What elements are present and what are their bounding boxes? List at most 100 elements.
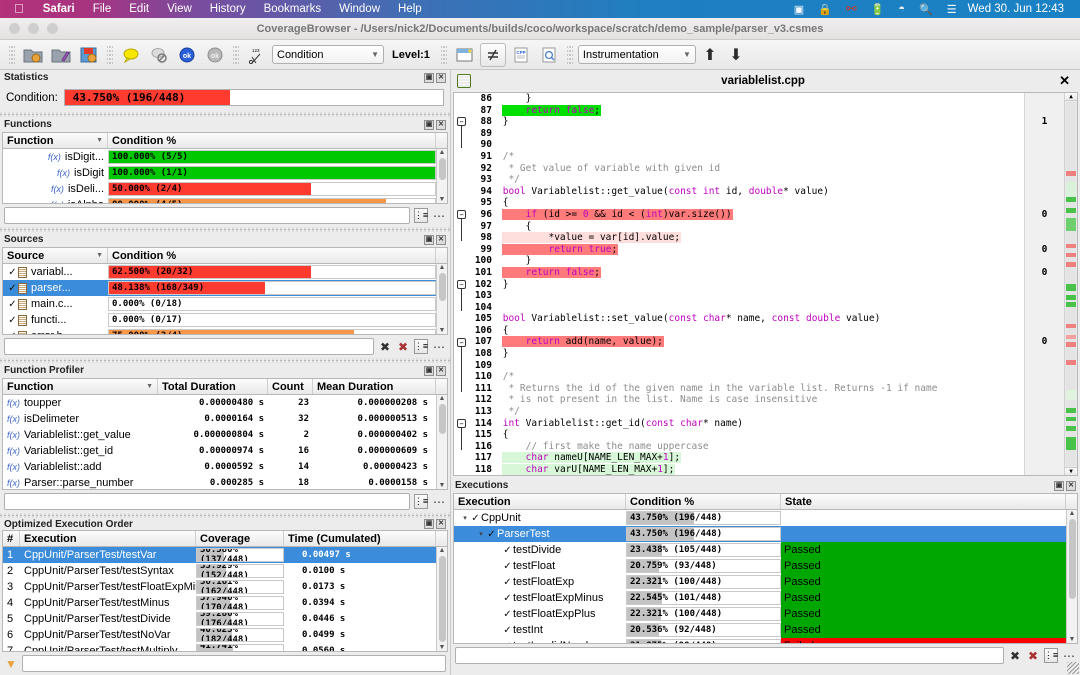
apple-logo-icon[interactable]:  bbox=[8, 1, 34, 17]
code-line[interactable]: int Variablelist::get_id(const char* nam… bbox=[496, 418, 1024, 430]
table-row[interactable]: ✓ testFloatExp 22.321% (100/448) Passed bbox=[454, 574, 1066, 590]
scroll-up-icon[interactable]: ▲ bbox=[439, 149, 446, 156]
functions-scrollbar[interactable]: ▲ ▼ bbox=[436, 149, 447, 203]
metric-select[interactable]: Condition ▼ bbox=[272, 45, 384, 64]
sources-filter-input[interactable] bbox=[4, 338, 374, 355]
execution-checkbox[interactable]: ✓ bbox=[502, 577, 513, 588]
table-row[interactable]: 2 CppUnit/ParserTest/testSyntax 33.929% … bbox=[3, 563, 436, 579]
execution-checkbox[interactable]: ✓ bbox=[470, 513, 481, 524]
wifi-icon[interactable]: ◓ bbox=[891, 3, 912, 15]
table-row[interactable]: f(x) isDigit 100.000% (1/1) bbox=[3, 165, 436, 181]
code-line[interactable]: * Returns the id of the given name in th… bbox=[496, 383, 1024, 395]
control-center-icon[interactable]: ☰ bbox=[940, 3, 964, 16]
code-line[interactable]: } bbox=[496, 93, 1024, 105]
mode-select[interactable]: Instrumentation ▼ bbox=[578, 45, 696, 64]
float-panel-icon[interactable]: ▣ bbox=[424, 73, 434, 83]
table-row[interactable]: 6 CppUnit/ParserTest/testNoVar 40.625% (… bbox=[3, 627, 436, 643]
window-resize-grip[interactable] bbox=[1067, 662, 1079, 674]
save-coverage-icon[interactable] bbox=[76, 43, 102, 67]
code-line[interactable] bbox=[496, 139, 1024, 151]
table-row[interactable]: ✓ testFloat 20.759% (93/448) Passed bbox=[454, 558, 1066, 574]
execution-checkbox[interactable]: ✓ bbox=[502, 641, 513, 644]
execution-checkbox[interactable]: ✓ bbox=[486, 529, 497, 540]
profiler-col-count[interactable]: Count bbox=[268, 379, 313, 394]
zoom-icon[interactable] bbox=[536, 43, 562, 67]
profiler-col-function[interactable]: Function ▼ bbox=[3, 379, 158, 394]
source-checkbox[interactable]: ✓ bbox=[7, 267, 18, 278]
code-line[interactable]: if (id >= 0 && id < (int)var.size()) bbox=[496, 209, 1024, 221]
source-checkbox[interactable]: ✓ bbox=[7, 331, 18, 335]
scroll-thumb-2[interactable] bbox=[439, 273, 446, 301]
lock-icon[interactable]: 🔒 bbox=[811, 3, 839, 16]
list-options-icon-3[interactable]: ⋮≡ bbox=[414, 494, 428, 509]
functions-panel-buttons[interactable]: ▣ ✕ bbox=[424, 120, 446, 130]
list-options-icon-2[interactable]: ⋮≡ bbox=[414, 339, 428, 354]
sources-col-source[interactable]: Source ▼ bbox=[3, 248, 108, 263]
sources-col-condition[interactable]: Condition % bbox=[108, 248, 436, 263]
code-line[interactable]: /* bbox=[496, 151, 1024, 163]
table-row[interactable]: ✓ variabl... 62.500% (20/32) bbox=[3, 264, 436, 280]
oeo-panel-buttons[interactable]: ▣ ✕ bbox=[424, 519, 446, 529]
oeo-col-time[interactable]: Time (Cumulated) bbox=[284, 531, 436, 546]
table-row[interactable]: ✓ testFloatExpPlus 22.321% (100/448) Pas… bbox=[454, 606, 1066, 622]
table-row[interactable]: ✓ testInvalidNumber 21.875% (98/448) Fai… bbox=[454, 638, 1066, 643]
fold-toggle-icon[interactable]: − bbox=[457, 210, 466, 219]
close-panel-icon[interactable]: ✕ bbox=[436, 519, 446, 529]
clear-filter-icon[interactable]: ✖ bbox=[378, 340, 392, 354]
scroll-up-icon-3[interactable]: ▲ bbox=[439, 395, 446, 402]
code-line[interactable]: bool Variablelist::set_value(const char*… bbox=[496, 313, 1024, 325]
code-line[interactable]: { bbox=[496, 325, 1024, 337]
functions-filter-input[interactable] bbox=[4, 207, 410, 224]
table-row[interactable]: f(x) isDelimeter 0.0000164 s 32 0.000000… bbox=[3, 411, 436, 427]
table-row[interactable]: ▾ ✓ CppUnit 43.750% (196/448) bbox=[454, 510, 1066, 526]
table-row[interactable]: ▾ ✓ ParserTest 43.750% (196/448) bbox=[454, 526, 1066, 542]
menu-item-file[interactable]: File bbox=[84, 0, 121, 18]
code-line[interactable]: // first make the name uppercase bbox=[496, 441, 1024, 453]
scroll-down-icon-3[interactable]: ▼ bbox=[439, 482, 446, 489]
menu-item-edit[interactable]: Edit bbox=[120, 0, 158, 18]
execution-checkbox[interactable]: ✓ bbox=[502, 609, 513, 620]
table-row[interactable]: 4 CppUnit/ParserTest/testMinus 37.946% (… bbox=[3, 595, 436, 611]
functions-col-function[interactable]: Function ▼ bbox=[3, 133, 108, 148]
function-profiler-buttons[interactable]: ▣ ✕ bbox=[424, 366, 446, 376]
executions-col-state[interactable]: State bbox=[781, 494, 1066, 509]
code-line[interactable]: char varU[NAME_LEN_MAX+1]; bbox=[496, 464, 1024, 476]
menubar-clock[interactable]: Wed 30. Jun 12:43 bbox=[964, 3, 1072, 15]
menu-item-help[interactable]: Help bbox=[389, 0, 431, 18]
search-icon[interactable]: 🔍 bbox=[912, 3, 940, 16]
table-row[interactable]: f(x) isDeli... 50.000% (2/4) bbox=[3, 181, 436, 197]
code-line[interactable]: bool Variablelist::get_value(const int i… bbox=[496, 186, 1024, 198]
clear-all-filter-icon[interactable]: ✖ bbox=[396, 340, 410, 354]
code-line[interactable]: } bbox=[496, 255, 1024, 267]
more-icon-2[interactable]: ⋯ bbox=[432, 340, 446, 354]
code-line[interactable]: } bbox=[496, 279, 1024, 291]
execution-checkbox[interactable]: ✓ bbox=[502, 545, 513, 556]
import-coverage-icon[interactable] bbox=[48, 43, 74, 67]
fold-toggle-icon[interactable]: − bbox=[457, 338, 466, 347]
code-line[interactable]: */ bbox=[496, 174, 1024, 186]
fold-toggle-icon[interactable]: − bbox=[457, 117, 466, 126]
code-line[interactable]: */ bbox=[496, 406, 1024, 418]
fold-toggle-icon[interactable]: − bbox=[457, 280, 466, 289]
code-line[interactable]: } bbox=[496, 116, 1024, 128]
close-panel-icon[interactable]: ✕ bbox=[436, 73, 446, 83]
scroll-up-icon-5[interactable]: ▲ bbox=[1069, 510, 1076, 517]
code-line[interactable] bbox=[496, 302, 1024, 314]
code-line[interactable]: return add(name, value); bbox=[496, 336, 1024, 348]
sources-scrollbar[interactable]: ▲ ▼ bbox=[436, 264, 447, 334]
arrow-up-icon[interactable]: ⬆ bbox=[698, 43, 722, 67]
code-line[interactable]: return true; bbox=[496, 244, 1024, 256]
ok-badge-icon[interactable]: ok bbox=[174, 43, 200, 67]
fold-toggle-icon[interactable]: − bbox=[457, 419, 466, 428]
scroll-thumb[interactable] bbox=[439, 158, 446, 180]
execution-checkbox[interactable]: ✓ bbox=[502, 625, 513, 636]
profiler-col-mean[interactable]: Mean Duration bbox=[313, 379, 436, 394]
scroll-down-icon-5[interactable]: ▼ bbox=[1069, 636, 1076, 643]
table-row[interactable]: f(x) isAlpha 80.000% (4/5) bbox=[3, 197, 436, 203]
code-line[interactable]: { bbox=[496, 221, 1024, 233]
code-view[interactable]: − − − − − − 8687888990919293949596979899… bbox=[453, 92, 1078, 476]
menu-item-safari[interactable]: Safari bbox=[34, 0, 84, 18]
table-row[interactable]: f(x) toupper 0.00000480 s 23 0.000000208… bbox=[3, 395, 436, 411]
code-folding-column[interactable]: − − − − − − bbox=[454, 93, 470, 475]
code-line[interactable]: * Get value of variable with given id bbox=[496, 163, 1024, 175]
